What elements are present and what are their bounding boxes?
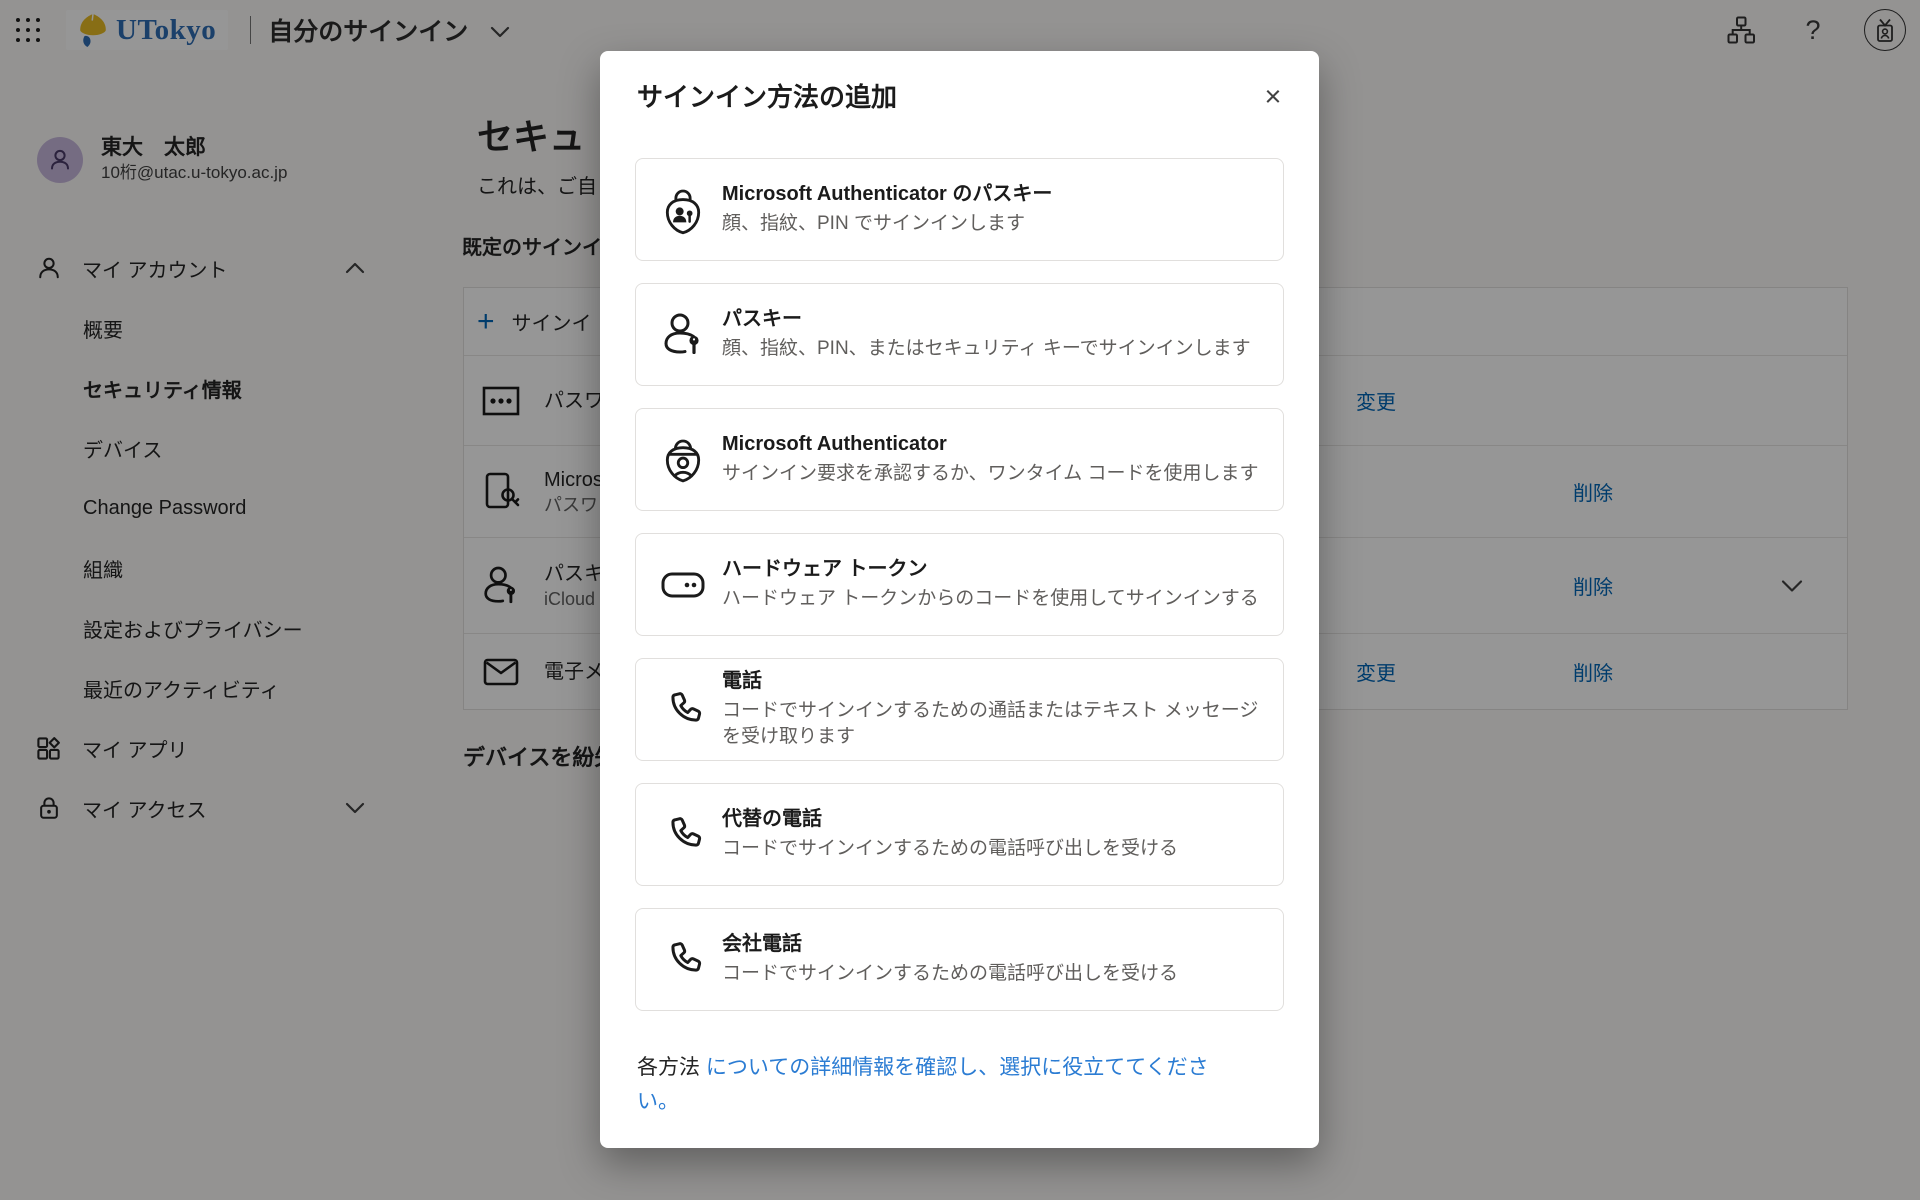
- method-description: 顔、指紋、PIN、またはセキュリティ キーでサインインします: [722, 336, 1251, 362]
- method-title: 電話: [722, 669, 1265, 694]
- method-title: パスキー: [722, 307, 1251, 332]
- authenticator-icon: [660, 436, 706, 484]
- method-option-hardware-token[interactable]: ハードウェア トークン ハードウェア トークンからのコードを使用してサインインす…: [635, 533, 1284, 636]
- add-signin-method-dialog: サインイン方法の追加 × Microsoft Authenticator のパス…: [600, 51, 1319, 1148]
- method-description: サインイン要求を承認するか、ワンタイム コードを使用します: [722, 461, 1259, 487]
- method-description: コードでサインインするための通話またはテキスト メッセージを受け取ります: [722, 698, 1265, 750]
- passkey-person-icon: [660, 312, 706, 358]
- phone-icon: [660, 691, 706, 729]
- method-option-office-phone[interactable]: 会社電話 コードでサインインするための電話呼び出しを受ける: [635, 908, 1284, 1011]
- dialog-footer-text: 各方法 についての詳細情報を確認し、選択に役立ててください。: [637, 1051, 1237, 1119]
- method-option-list: Microsoft Authenticator のパスキー 顔、指紋、PIN で…: [635, 158, 1284, 1033]
- method-description: コードでサインインするための電話呼び出しを受ける: [722, 961, 1178, 987]
- method-description: ハードウェア トークンからのコードを使用してサインインする: [722, 586, 1259, 612]
- learn-more-link[interactable]: についての詳細情報を確認し、選択に役立ててください。: [637, 1056, 1209, 1113]
- phone-icon: [660, 816, 706, 854]
- method-option-passkey[interactable]: パスキー 顔、指紋、PIN、またはセキュリティ キーでサインインします: [635, 283, 1284, 386]
- method-description: 顔、指紋、PIN でサインインします: [722, 211, 1052, 237]
- phone-icon: [660, 941, 706, 979]
- method-description: コードでサインインするための電話呼び出しを受ける: [722, 836, 1178, 862]
- close-button[interactable]: ×: [1253, 77, 1293, 117]
- close-icon: ×: [1265, 77, 1282, 117]
- method-option-phone[interactable]: 電話 コードでサインインするための通話またはテキスト メッセージを受け取ります: [635, 658, 1284, 761]
- method-title: Microsoft Authenticator のパスキー: [722, 182, 1052, 207]
- dialog-title: サインイン方法の追加: [637, 82, 897, 112]
- method-option-alternate-phone[interactable]: 代替の電話 コードでサインインするための電話呼び出しを受ける: [635, 783, 1284, 886]
- method-title: 会社電話: [722, 932, 1178, 957]
- hardware-token-icon: [660, 572, 706, 598]
- method-option-msa-passkey[interactable]: Microsoft Authenticator のパスキー 顔、指紋、PIN で…: [635, 158, 1284, 261]
- method-option-authenticator[interactable]: Microsoft Authenticator サインイン要求を承認するか、ワン…: [635, 408, 1284, 511]
- method-title: 代替の電話: [722, 807, 1178, 832]
- method-title: Microsoft Authenticator: [722, 432, 1259, 457]
- passkey-lock-icon: [660, 185, 706, 235]
- footer-prefix: 各方法: [637, 1056, 700, 1079]
- method-title: ハードウェア トークン: [722, 557, 1259, 582]
